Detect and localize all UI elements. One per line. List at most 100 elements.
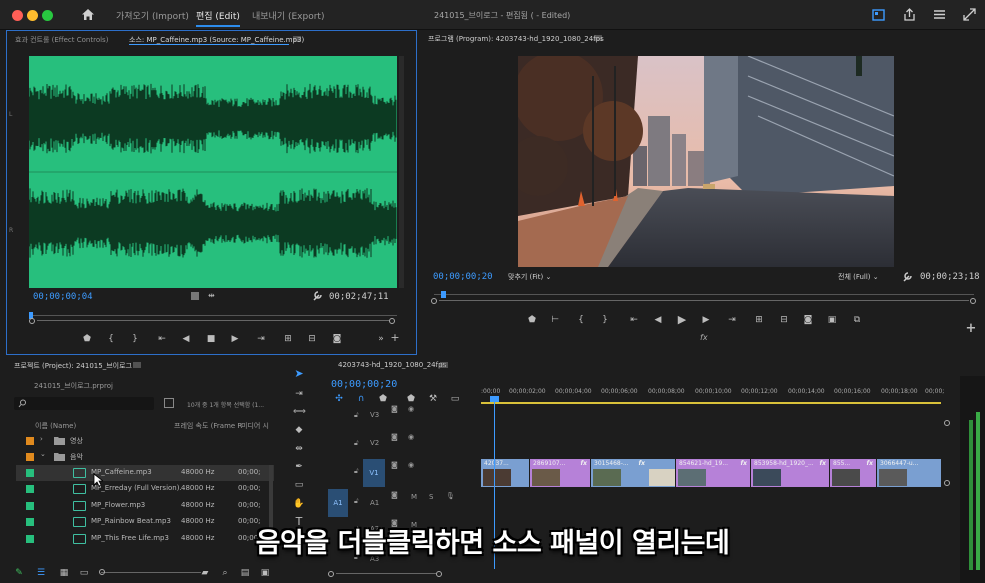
close-window-button[interactable]: [12, 10, 23, 21]
trim-icon[interactable]: ⊢: [549, 314, 561, 326]
timeline-clip[interactable]: 854621-hd_19... fx: [676, 459, 750, 487]
wrench-icon[interactable]: [902, 271, 913, 282]
timeline-clip[interactable]: 853958-hd_1920_... fx: [751, 459, 829, 487]
source-zoom-bar[interactable]: [29, 318, 397, 324]
lock-icon[interactable]: 🔓︎: [354, 497, 359, 506]
rectangle-tool-icon[interactable]: ▭: [293, 479, 305, 491]
wrench-icon[interactable]: [312, 290, 323, 301]
list-item[interactable]: MP_Erreday (Full Version). 48000 Hz 00;0…: [16, 481, 274, 497]
tab-effect-controls[interactable]: 효과 컨트롤 (Effect Controls): [15, 35, 108, 45]
eye-icon[interactable]: ◉: [408, 461, 414, 469]
panel-menu-icon[interactable]: [133, 362, 141, 368]
source-timecode[interactable]: 00;00;00;04: [33, 292, 93, 302]
add-button-icon[interactable]: +: [965, 322, 977, 335]
vr-icon[interactable]: ⧉: [850, 314, 864, 326]
audio-waveform[interactable]: [29, 56, 397, 288]
mark-out-icon[interactable]: }: [599, 314, 611, 326]
bin-icon[interactable]: [164, 398, 174, 408]
extract-icon[interactable]: ⊟: [777, 314, 791, 326]
project-search-input[interactable]: [14, 397, 154, 410]
list-view-icon[interactable]: ☰: [35, 567, 47, 579]
sync-lock-icon[interactable]: ◙: [391, 433, 398, 441]
playhead-handle[interactable]: [490, 396, 499, 402]
zoom-window-button[interactable]: [42, 10, 53, 21]
go-to-in-icon[interactable]: ⇤: [155, 333, 169, 345]
stop-icon[interactable]: ■: [205, 333, 217, 345]
new-item-icon[interactable]: ▣: [259, 567, 271, 579]
workspace-icon[interactable]: [872, 9, 885, 21]
selection-tool-icon[interactable]: ➤: [293, 368, 305, 380]
lift-icon[interactable]: ⊞: [752, 314, 766, 326]
play-icon[interactable]: ▶: [676, 314, 688, 326]
slip-tool-icon[interactable]: ⇹: [293, 443, 305, 455]
waveform-scrollbar[interactable]: [399, 56, 404, 288]
lock-icon[interactable]: 🔓︎: [354, 439, 359, 448]
export-frame-icon[interactable]: ◙: [330, 333, 344, 345]
add-button-icon[interactable]: +: [389, 332, 401, 344]
lock-icon[interactable]: 🔓︎: [354, 467, 359, 476]
home-icon[interactable]: [81, 8, 95, 21]
export-frame-icon[interactable]: ◙: [801, 314, 815, 326]
timeline-clip[interactable]: 3015468-... fx: [591, 459, 675, 487]
step-back-icon[interactable]: ◀: [180, 333, 192, 345]
add-marker-icon[interactable]: ⬟: [81, 333, 93, 345]
timeline-clip[interactable]: 2869107... fx: [530, 459, 590, 487]
menu-icon[interactable]: [933, 9, 946, 20]
sync-lock-icon[interactable]: ◙: [391, 461, 398, 469]
list-item[interactable]: ⌄ 음악: [16, 449, 274, 465]
drag-audio-icon[interactable]: ⇹: [208, 291, 215, 300]
timeline-clip[interactable]: 855... fx: [830, 459, 876, 487]
mark-out-icon[interactable]: }: [129, 333, 141, 345]
solo-button[interactable]: S: [429, 493, 433, 501]
quality-dropdown[interactable]: 전체 (Full) ⌄: [838, 272, 879, 282]
list-item[interactable]: MP_Flower.mp3 48000 Hz 00;00;: [16, 498, 274, 514]
microphone-icon[interactable]: 🎙︎: [446, 492, 455, 500]
zoom-slider-handle[interactable]: [99, 569, 105, 575]
add-marker-icon[interactable]: ⬟: [526, 314, 538, 326]
overwrite-icon[interactable]: ⊟: [305, 333, 319, 345]
step-back-icon[interactable]: ◀: [652, 314, 664, 326]
mute-button[interactable]: M: [411, 493, 417, 501]
step-forward-icon[interactable]: ▶: [700, 314, 712, 326]
sync-lock-icon[interactable]: ◙: [391, 405, 398, 413]
work-area-bar[interactable]: [481, 402, 941, 404]
pen-tool-icon[interactable]: ✒: [293, 461, 305, 473]
eye-icon[interactable]: ◉: [408, 405, 414, 413]
track-header-v2[interactable]: 🔓︎ V2 ◙ ◉: [328, 431, 478, 459]
panel-menu-icon[interactable]: [594, 35, 602, 41]
tab-sequence[interactable]: 4203743-hd_1920_1080_24fps: [338, 361, 446, 369]
track-header-v3[interactable]: 🔓︎ V3 ◙ ◉: [328, 403, 478, 431]
minimize-window-button[interactable]: [27, 10, 38, 21]
column-media[interactable]: 미디어 시: [241, 421, 269, 431]
timeline-clip[interactable]: 3066447-u...: [877, 459, 941, 487]
zoom-slider[interactable]: [101, 572, 201, 573]
list-item-selected[interactable]: MP_Caffeine.mp3 48000 Hz 00;00;: [16, 465, 274, 481]
track-header-a1[interactable]: A1 🔓︎ A1 ◙ M S 🎙︎: [328, 489, 478, 517]
comparison-view-icon[interactable]: ▣: [825, 314, 839, 326]
icon-view-icon[interactable]: ▦: [58, 567, 70, 579]
insert-icon[interactable]: ⊞: [281, 333, 295, 345]
program-zoom-bar[interactable]: [431, 298, 977, 304]
column-name[interactable]: 이름 (Name): [35, 421, 76, 431]
chevron-down-icon[interactable]: ⌄: [40, 450, 46, 458]
share-icon[interactable]: [903, 8, 916, 21]
pencil-icon[interactable]: ✎: [14, 567, 24, 579]
list-item[interactable]: › 영상: [16, 433, 274, 449]
source-patch-a1[interactable]: A1: [328, 489, 348, 517]
track-header-v1[interactable]: 🔓︎ V1 ◙ ◉: [328, 459, 478, 487]
track-target-v1[interactable]: V1: [363, 459, 385, 487]
go-to-out-icon[interactable]: ⇥: [725, 314, 739, 326]
tab-edit[interactable]: 편집 (Edit): [196, 9, 240, 27]
fit-dropdown[interactable]: 맞추기 (Fit) ⌄: [508, 272, 551, 282]
program-video-frame[interactable]: [518, 56, 894, 267]
more-controls-icon[interactable]: »: [375, 333, 387, 345]
timeline-clip[interactable]: 42037...: [481, 459, 529, 487]
hand-tool-icon[interactable]: ✋: [293, 498, 305, 510]
tab-import[interactable]: 가져오기 (Import): [116, 9, 189, 22]
column-framerate[interactable]: 프레임 속도 (Frame R: [174, 421, 242, 431]
chevron-right-icon[interactable]: ›: [40, 435, 43, 443]
tab-project[interactable]: 프로젝트 (Project): 241015_브이로그: [14, 361, 132, 371]
program-timecode[interactable]: 00;00;00;20: [433, 272, 493, 282]
lock-icon[interactable]: 🔓︎: [354, 411, 359, 420]
razor-tool-icon[interactable]: ◆: [293, 424, 305, 436]
